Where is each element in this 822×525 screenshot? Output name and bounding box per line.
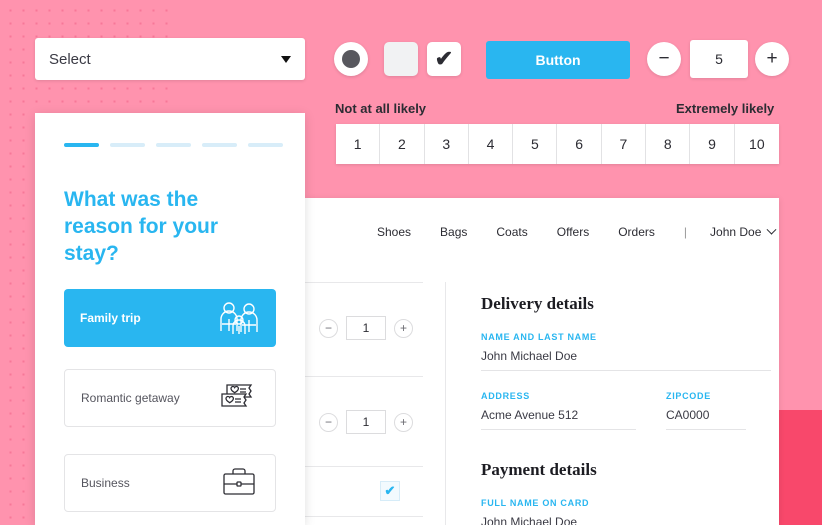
nav-item-bags[interactable]: Bags	[440, 225, 467, 239]
cart-quantity-stepper[interactable]: − 1 +	[319, 316, 413, 340]
radio-button[interactable]	[334, 42, 368, 76]
field-value[interactable]: CA0000	[666, 408, 746, 430]
cart-decrement-button[interactable]: −	[319, 318, 338, 338]
stepper-value[interactable]: 5	[690, 40, 748, 78]
nps-cell-7[interactable]: 7	[601, 124, 647, 164]
delivery-details-title: Delivery details	[481, 294, 594, 313]
survey-option-family-trip[interactable]: Family trip	[64, 289, 276, 347]
nav-separator: |	[683, 225, 688, 239]
checkbox-checked[interactable]: ✔	[427, 42, 461, 76]
survey-option-label: Family trip	[80, 311, 141, 325]
chevron-down-icon	[766, 224, 777, 235]
field-value[interactable]: John Michael Doe	[481, 349, 771, 371]
field-address: ADDRESS Acme Avenue 512	[481, 391, 636, 430]
nps-cell-3[interactable]: 3	[424, 124, 469, 164]
select-dropdown[interactable]: Select	[35, 38, 305, 80]
stepper-decrement-button[interactable]: −	[647, 42, 681, 76]
survey-option-label: Business	[81, 476, 130, 490]
nav-item-shoes[interactable]: Shoes	[377, 225, 411, 239]
cart-row-divider	[305, 376, 423, 377]
app-panel: Shoes Bags Coats Offers Orders | John Doe − 1 …	[305, 198, 779, 525]
progress-step-1	[64, 143, 99, 147]
progress-indicator	[64, 143, 283, 147]
cart-row-divider	[305, 282, 423, 283]
nav-item-orders[interactable]: Orders	[618, 225, 655, 239]
details-column: Delivery details NAME AND LAST NAME John…	[481, 294, 771, 525]
progress-step-5	[248, 143, 283, 147]
radio-checked-icon	[342, 50, 360, 68]
field-label: ADDRESS	[481, 391, 530, 401]
progress-step-3	[156, 143, 191, 147]
nps-cell-6[interactable]: 6	[557, 124, 602, 164]
select-value: Select	[49, 50, 91, 68]
navigation-bar: Shoes Bags Coats Offers Orders | John Doe	[305, 212, 779, 252]
field-zipcode: ZIPCODE CA0000	[666, 391, 746, 430]
family-icon	[216, 300, 260, 336]
tickets-hearts-icon	[219, 381, 259, 415]
panel-divider	[445, 282, 446, 525]
progress-step-2	[110, 143, 145, 147]
field-row: ADDRESS Acme Avenue 512 ZIPCODE CA0000	[481, 391, 771, 430]
field-label: NAME AND LAST NAME	[481, 332, 597, 342]
nps-cell-10[interactable]: 10	[734, 124, 779, 164]
checkbox-unchecked[interactable]	[384, 42, 418, 76]
field-label: ZIPCODE	[666, 391, 711, 401]
cart-quantity-value[interactable]: 1	[346, 316, 386, 340]
nps-cell-4[interactable]: 4	[468, 124, 514, 164]
briefcase-icon	[219, 466, 259, 500]
chevron-down-icon	[281, 55, 291, 63]
nps-right-label: Extremely likely	[676, 101, 775, 116]
cart-increment-button[interactable]: +	[394, 412, 413, 432]
nav-user-name: John Doe	[710, 225, 762, 239]
progress-step-4	[202, 143, 237, 147]
nav-item-offers[interactable]: Offers	[557, 225, 589, 239]
nps-cell-2[interactable]: 2	[380, 124, 425, 164]
accent-block	[779, 410, 822, 525]
nav-user-menu[interactable]: John Doe	[710, 224, 777, 239]
nav-item-coats[interactable]: Coats	[496, 225, 527, 239]
field-value[interactable]: John Michael Doe	[481, 515, 636, 525]
cart-increment-button[interactable]: +	[394, 318, 413, 338]
survey-option-label: Romantic getaway	[81, 391, 180, 405]
nps-cell-9[interactable]: 9	[690, 124, 735, 164]
nps-left-label: Not at all likely	[335, 101, 427, 116]
field-card-name: FULL NAME ON CARD John Michael Doe	[481, 498, 771, 525]
cart-checkbox[interactable]: ✔	[380, 481, 400, 501]
survey-option-business[interactable]: Business	[64, 454, 276, 512]
field-name: NAME AND LAST NAME John Michael Doe	[481, 332, 771, 371]
screen-root: Select ✔ Button − 5 + Not at all likely …	[0, 0, 822, 525]
cart-row-divider	[305, 516, 423, 517]
nps-cell-8[interactable]: 8	[646, 124, 691, 164]
survey-option-romantic-getaway[interactable]: Romantic getaway	[64, 369, 276, 427]
field-label: FULL NAME ON CARD	[481, 498, 590, 508]
primary-button[interactable]: Button	[486, 41, 630, 79]
cart-decrement-button[interactable]: −	[319, 412, 338, 432]
survey-card: What was the reason for your stay? Famil…	[35, 113, 305, 525]
cart-quantity-stepper[interactable]: − 1 +	[319, 410, 413, 434]
checkmark-icon: ✔	[434, 46, 454, 71]
survey-question: What was the reason for your stay?	[64, 188, 219, 265]
payment-details-title: Payment details	[481, 460, 597, 479]
nps-scale[interactable]: 1 2 3 4 5 6 7 8 9 10	[336, 124, 779, 164]
nps-cell-5[interactable]: 5	[513, 124, 558, 164]
cart-quantity-value[interactable]: 1	[346, 410, 386, 434]
nps-cell-1[interactable]: 1	[336, 124, 381, 164]
stepper-increment-button[interactable]: +	[755, 42, 789, 76]
cart-row-divider	[305, 466, 423, 467]
field-value[interactable]: Acme Avenue 512	[481, 408, 636, 430]
